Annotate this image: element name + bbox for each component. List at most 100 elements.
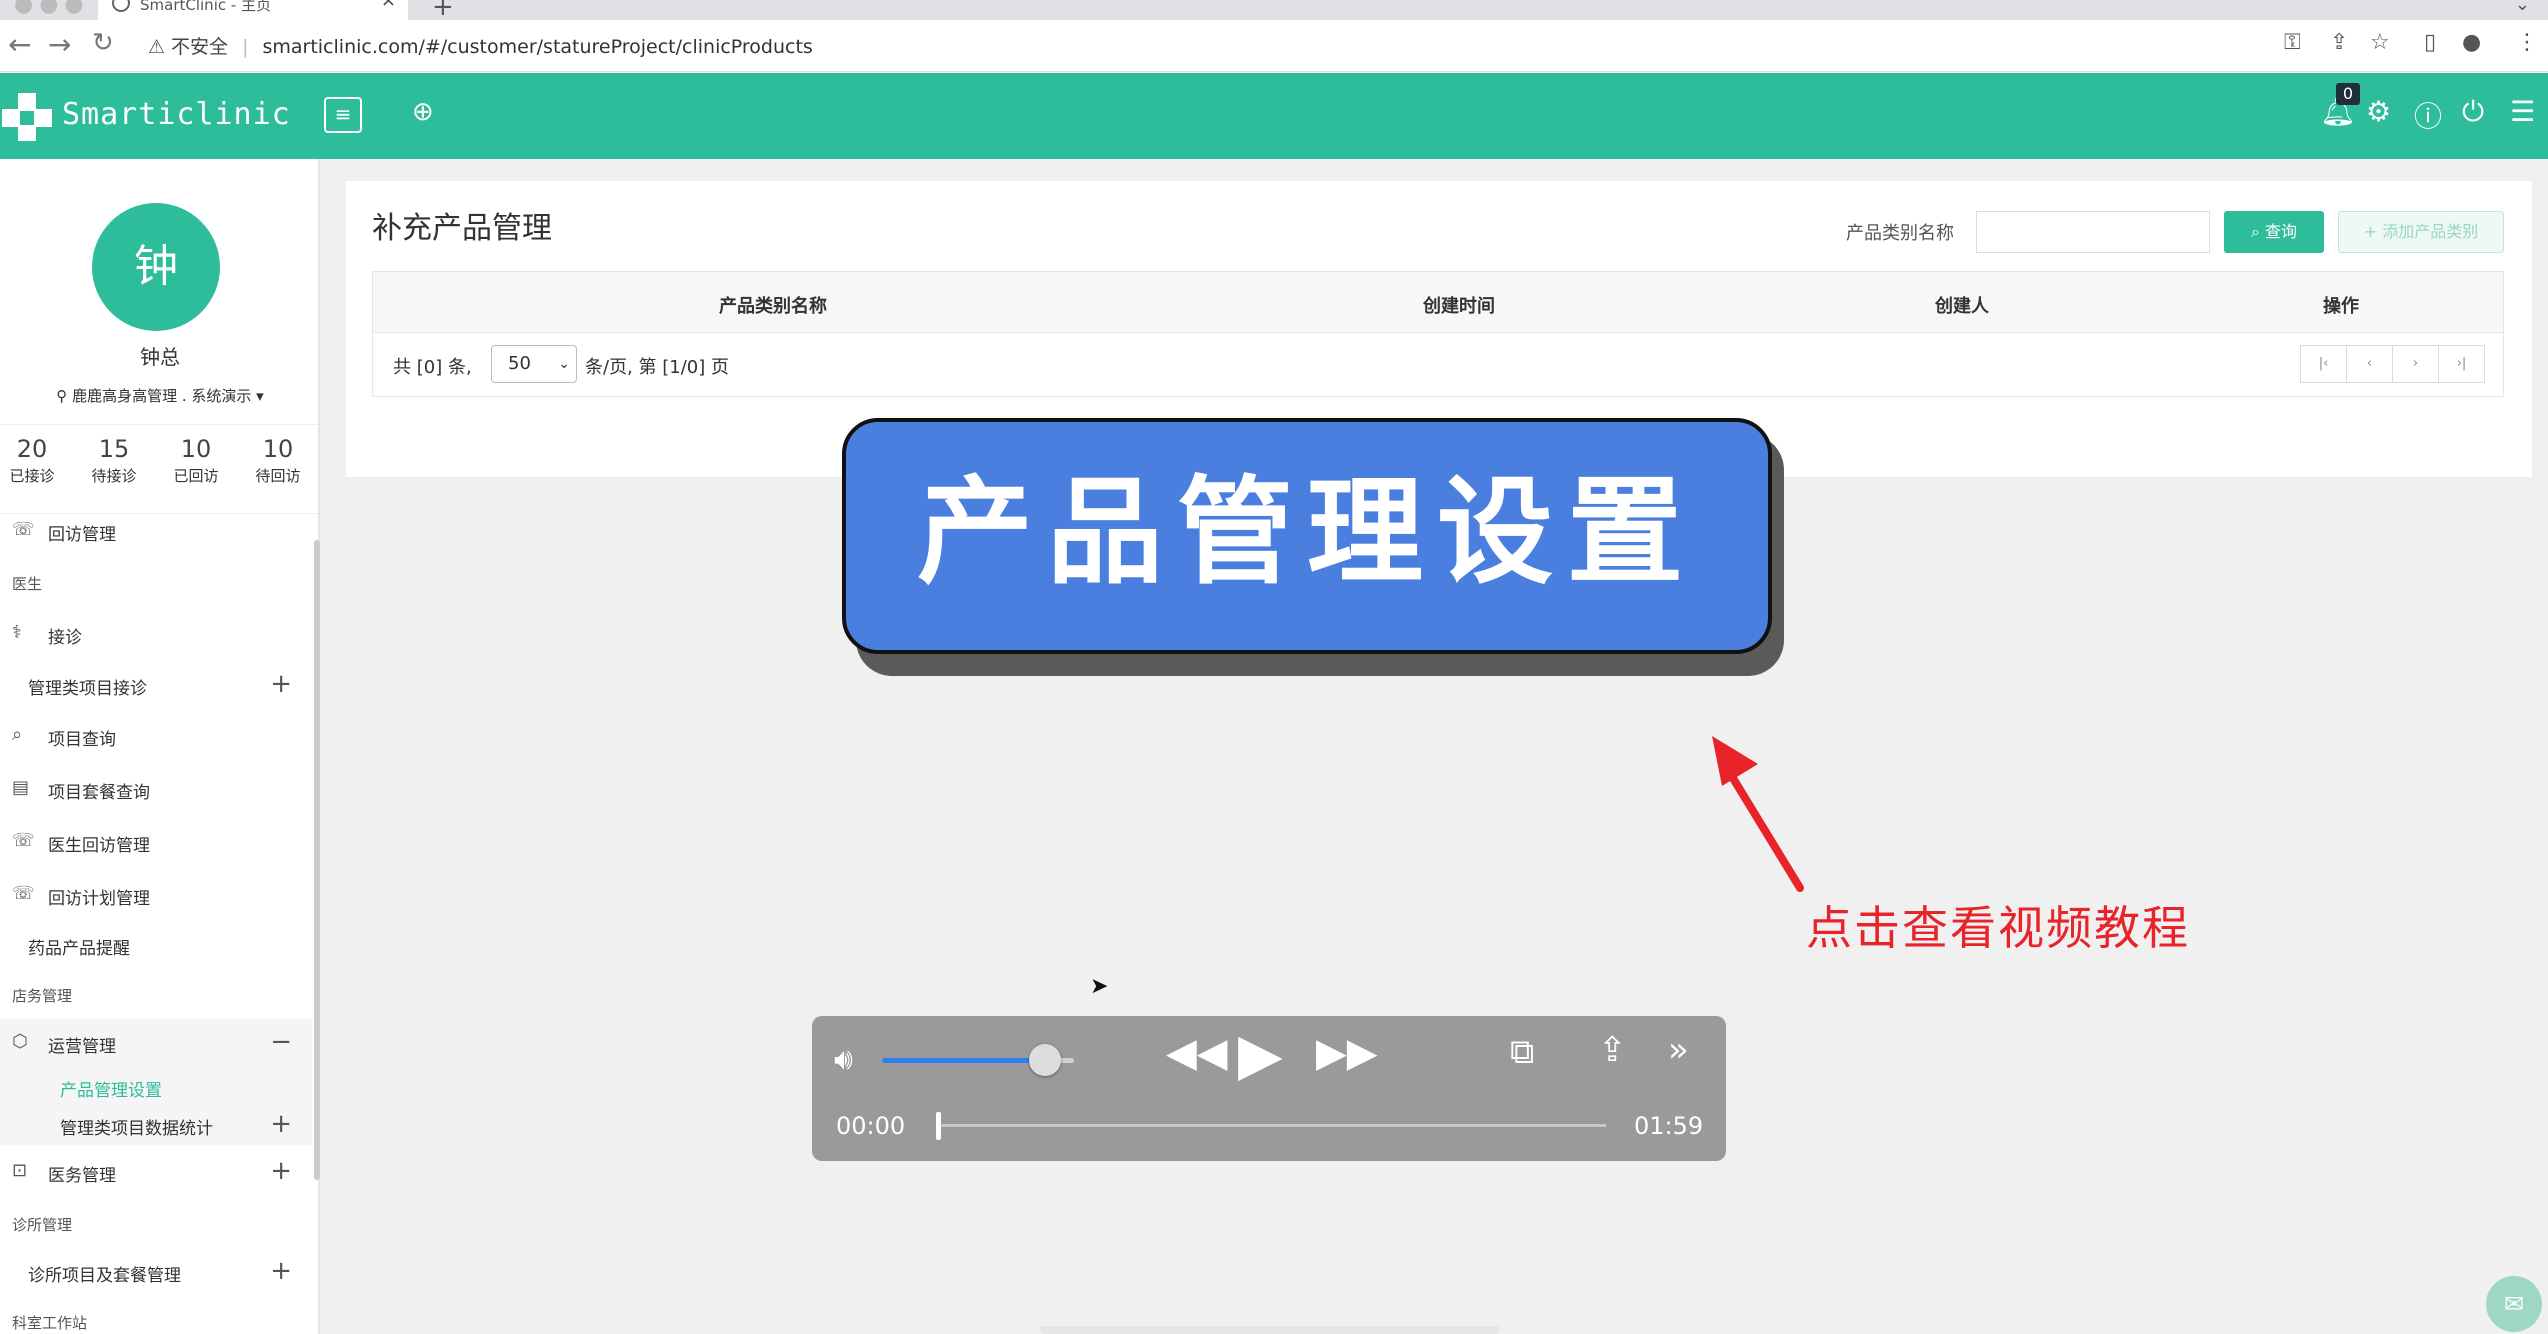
- sidebar-group-store: 店务管理: [12, 987, 73, 1005]
- bottom-scroll-indicator: [1040, 1326, 1500, 1334]
- caret-down-icon: ▾: [256, 387, 264, 405]
- tab-list-chevron-icon[interactable]: ⌄: [2515, 0, 2530, 15]
- url-text: smarticlinic.com/#/customer/statureProje…: [262, 36, 813, 58]
- next-page-icon[interactable]: ›: [2392, 345, 2439, 383]
- forward-arrow-icon[interactable]: →: [48, 28, 71, 61]
- sidebar-item-operations[interactable]: ⬡ 运营管理 −: [0, 1019, 312, 1067]
- column-header[interactable]: 产品类别名称: [719, 292, 827, 318]
- key-icon[interactable]: ⚿: [2284, 30, 2301, 55]
- power-icon[interactable]: ⏻: [2462, 95, 2484, 129]
- picture-in-picture-icon[interactable]: ⧉: [1510, 1032, 1534, 1072]
- search-icon: ⌕: [12, 724, 23, 745]
- volume-knob[interactable]: [1029, 1044, 1062, 1076]
- rewind-icon[interactable]: ◀◀: [1166, 1030, 1228, 1076]
- sidebar-group-dept: 科室工作站: [12, 1314, 88, 1332]
- phone-icon: ☏: [12, 519, 35, 540]
- table-header: 产品类别名称 创建时间 创建人 操作: [372, 271, 2504, 333]
- play-icon[interactable]: ▶: [1238, 1020, 1283, 1088]
- sidebar-item-doctor-followup[interactable]: ☏ 医生回访管理: [0, 818, 312, 866]
- user-org-selector[interactable]: ⚲ 鹿鹿高身高管理 . 系统演示 ▾: [0, 385, 318, 406]
- window-controls[interactable]: ●●●: [14, 0, 90, 17]
- video-controls: 🔊︎ ◀◀ ▶ ▶▶ ⧉ ⇪ » 00:00 01:59: [812, 1016, 1726, 1161]
- pager-total: 共 [0] 条,: [393, 357, 472, 378]
- sidebar-item-clinic-packages[interactable]: 诊所项目及套餐管理 +: [0, 1248, 312, 1296]
- stat-item[interactable]: 15 待接诊: [74, 435, 154, 486]
- sidebar-item-medical-row[interactable]: ⊡ 医务管理 +: [0, 1148, 312, 1196]
- add-category-button[interactable]: + 添加产品类别: [2338, 211, 2504, 253]
- phone-icon: ☏: [12, 883, 35, 904]
- progress-handle[interactable]: [936, 1112, 941, 1140]
- fast-forward-icon[interactable]: ▶▶: [1316, 1030, 1378, 1076]
- sidebar-item-drug-reminder[interactable]: 药品产品提醒: [0, 921, 312, 969]
- medical-box-icon: ⊡: [12, 1160, 28, 1181]
- user-org: 鹿鹿高身高管理 . 系统演示: [72, 387, 252, 405]
- share-icon[interactable]: ⇪: [2330, 30, 2348, 55]
- reload-icon[interactable]: ↻: [92, 28, 114, 58]
- menu-toggle-button[interactable]: ≡: [324, 97, 362, 133]
- collapse-minus-icon[interactable]: −: [270, 1027, 292, 1057]
- browser-tab[interactable]: SmartClinic - 主页 ×: [98, 0, 408, 20]
- list-menu-icon[interactable]: ☰: [2510, 95, 2535, 128]
- sidebar-item-package-query[interactable]: ▤ 项目套餐查询: [0, 765, 312, 813]
- chat-icon[interactable]: ✉: [2486, 1276, 2542, 1332]
- sidebar-item-followup-plan[interactable]: ☏ 回访计划管理: [0, 871, 312, 919]
- expand-plus-icon[interactable]: +: [270, 1156, 292, 1186]
- location-pin-icon: ⚲: [56, 387, 68, 405]
- tab-title: SmartClinic - 主页: [140, 0, 272, 14]
- sidebar-scrollbar[interactable]: [314, 540, 320, 1180]
- stethoscope-icon: ⚕: [12, 622, 22, 643]
- sidebar-group-doctor: 医生: [12, 575, 43, 593]
- new-tab-button[interactable]: +: [432, 0, 454, 22]
- sidebar-subitem-product-settings[interactable]: 产品管理设置: [0, 1067, 312, 1107]
- query-button[interactable]: ⌕ 查询: [2224, 211, 2324, 253]
- expand-plus-icon[interactable]: +: [270, 1256, 292, 1286]
- pager-info: 条/页, 第 [1/0] 页: [585, 357, 729, 378]
- filter-label: 产品类别名称: [1846, 223, 1954, 244]
- notification-badge: 0: [2336, 83, 2360, 105]
- pagination: 共 [0] 条, 50 ⌄ 条/页, 第 [1/0] 页 |‹ ‹ › ›|: [372, 333, 2504, 397]
- stat-item[interactable]: 10 已回访: [156, 435, 236, 486]
- address-bar: ← → ↻ ⚠ 不安全 | smarticlinic.com/#/customer/s…: [0, 20, 2548, 72]
- avatar[interactable]: 钟: [92, 203, 220, 331]
- star-icon[interactable]: ☆: [2370, 30, 2390, 55]
- url-field[interactable]: ⚠ 不安全 | smarticlinic.com/#/customer/stature…: [148, 32, 813, 59]
- sidebar-item-followup[interactable]: ☏ 回访管理: [0, 507, 312, 555]
- hexagon-icon: ⬡: [12, 1031, 28, 1052]
- column-header[interactable]: 创建时间: [1423, 292, 1495, 318]
- search-icon: ⌕: [2250, 222, 2260, 241]
- current-time: 00:00: [836, 1112, 906, 1140]
- gear-icon[interactable]: ⚙: [2366, 95, 2391, 128]
- plus-icon: +: [2363, 222, 2378, 241]
- profile-icon[interactable]: ●: [2462, 30, 2481, 55]
- prev-page-icon[interactable]: ‹: [2346, 345, 2393, 383]
- last-page-icon[interactable]: ›|: [2438, 345, 2485, 383]
- progress-track[interactable]: [938, 1124, 1606, 1127]
- sidebar-item-project-query[interactable]: ⌕ 项目查询: [0, 712, 312, 760]
- column-header[interactable]: 创建人: [1935, 292, 1989, 318]
- sidebar-item-mgmt-reception[interactable]: 管理类项目接诊 +: [0, 661, 312, 709]
- list-search-icon: ▤: [12, 777, 30, 798]
- tab-close-icon[interactable]: ×: [381, 0, 396, 10]
- double-chevron-right-icon[interactable]: »: [1668, 1030, 1689, 1070]
- tutorial-banner[interactable]: 产品管理设置: [842, 418, 1772, 654]
- volume-icon[interactable]: 🔊︎: [834, 1042, 853, 1077]
- sidebar-subitem-mgmt-stats[interactable]: 管理类项目数据统计 +: [0, 1105, 312, 1145]
- sidepanel-icon[interactable]: ▯: [2424, 30, 2436, 55]
- globe-icon[interactable]: ⊕: [412, 97, 434, 127]
- phone-icon: ☏: [12, 830, 35, 851]
- first-page-icon[interactable]: |‹: [2300, 345, 2347, 383]
- video-hint-text: 点击查看视频教程: [1806, 901, 2190, 955]
- kebab-menu-icon[interactable]: ⋮: [2516, 30, 2538, 55]
- globe-icon: [112, 0, 130, 12]
- category-name-input[interactable]: [1976, 211, 2210, 253]
- expand-plus-icon[interactable]: +: [270, 669, 292, 699]
- page-size-select[interactable]: 50 ⌄: [491, 345, 577, 383]
- stat-item[interactable]: 20 已接诊: [0, 435, 72, 486]
- stat-item[interactable]: 10 待回访: [238, 435, 318, 486]
- share-icon[interactable]: ⇪: [1598, 1030, 1627, 1070]
- back-arrow-icon[interactable]: ←: [8, 28, 31, 61]
- user-name: 钟总: [140, 345, 180, 369]
- sidebar-item-reception[interactable]: ⚕ 接诊: [0, 610, 312, 658]
- expand-plus-icon[interactable]: +: [270, 1109, 292, 1139]
- help-icon[interactable]: ⓘ: [2414, 95, 2442, 135]
